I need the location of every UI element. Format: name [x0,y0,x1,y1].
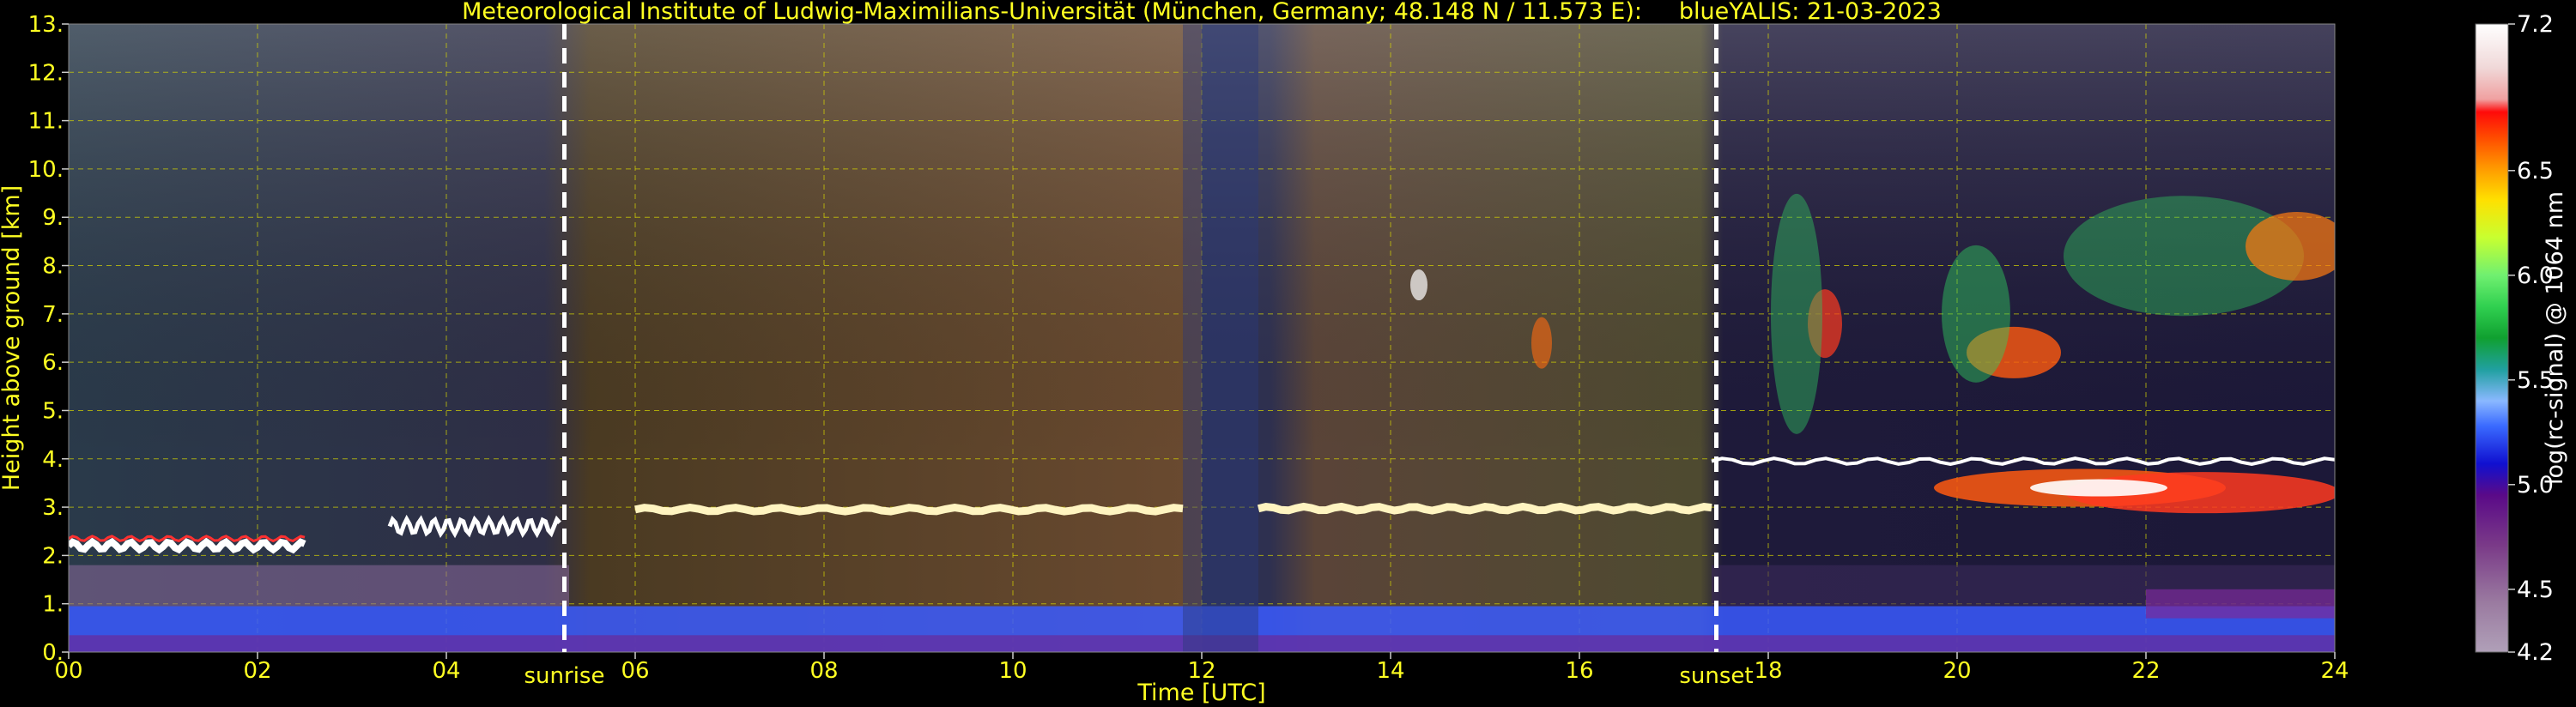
chart-title: Meteorological Institute of Ludwig-Maxim… [462,0,1942,25]
x-tick-label: 24 [2320,658,2349,684]
plot-area [69,24,2335,652]
x-tick-label: 22 [2131,658,2160,684]
colorbar-label: log(rc-signal) @ 1064 nm [2542,191,2568,485]
cloud-layer-afternoon [1257,502,1712,515]
y-tick-label: 6. [42,350,64,376]
cloud-green-mid [1942,245,2010,383]
x-tick-label: 02 [243,658,271,684]
x-tick-label: 14 [1376,658,1404,684]
x-tick-label: 20 [1943,658,1971,684]
y-tick-label: 11. [28,109,64,135]
cloud-core-low [2030,479,2167,497]
y-tick-label: 5. [42,398,64,424]
cloud-green-column [1771,193,1822,434]
y-tick-label: 12. [28,60,64,86]
y-tick-label: 8. [42,254,64,280]
x-tick-label: 06 [621,658,649,684]
colorbar-tick-label: 4.2 [2517,639,2554,666]
cloud-layer-day [634,504,1184,516]
aerosol-patch [2146,589,2335,619]
y-tick-label: 13. [28,12,64,38]
sunset-label: sunset [1679,663,1753,689]
colorbar-gradient [2476,24,2508,652]
low-signal-column [1183,24,1258,652]
y-tick-label: 3. [42,495,64,521]
colorbar-tick-label: 6.5 [2517,158,2554,184]
x-tick-label: 16 [1565,658,1593,684]
y-tick-label: 10. [28,157,64,183]
lidar-quicklook-chart: 00 02 04 06 08 10 12 14 16 18 20 22 24 0.1.2.3.4.5.6… [0,0,2568,706]
x-tick-label: 04 [432,658,460,684]
y-axis-ticks: 0. 1. 2. 3. 4. 5. 6. 7. 8. 9. 10. 11. 12. 13. [28,12,69,666]
cloud-white-small [1410,269,1427,301]
colorbar: 7.26.56.05.55.04.54.2 log(rc-signal) @ 1… [2475,11,2568,666]
y-axis-label: Height above ground [km] [0,185,25,491]
x-tick-label: 18 [1754,658,1782,684]
sunrise-label: sunrise [524,663,605,689]
y-tick-label: 1. [42,592,64,618]
y-tick-label: 7. [42,302,64,328]
y-tick-label: 2. [42,543,64,569]
y-tick-label: 4. [42,447,64,473]
cloud-orange-high [2246,212,2335,281]
y-tick-label: 0. [42,640,64,666]
residual-layer-band [69,565,569,607]
x-axis-label: Time [UTC] [1136,680,1265,706]
x-tick-label: 10 [998,658,1027,684]
y-tick-label: 9. [42,205,64,231]
colorbar-tick-label: 4.5 [2517,577,2554,603]
colorbar-tick-label: 7.2 [2517,11,2554,38]
cloud-orange-small [1531,317,1552,369]
x-tick-label: 08 [809,658,838,684]
